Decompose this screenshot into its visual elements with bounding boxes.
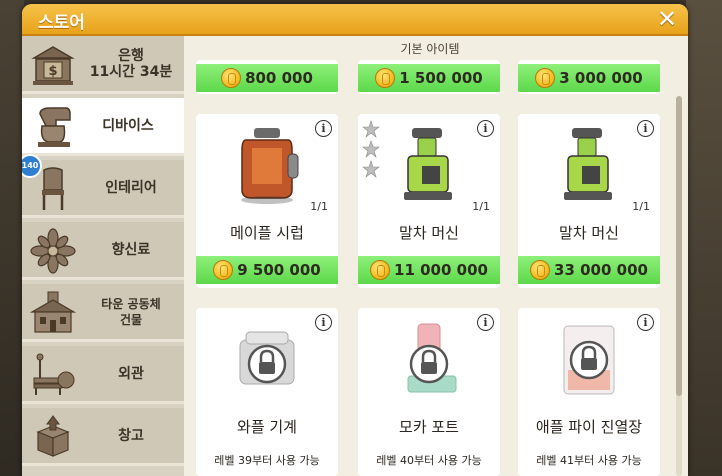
- title-bar: 스토어 ✕: [22, 4, 688, 36]
- item-price: 11 000 000: [394, 261, 488, 279]
- sidebar-item-label: 외관: [118, 365, 144, 382]
- buy-button[interactable]: 33 000 000: [518, 256, 660, 284]
- mixer-icon: [38, 107, 71, 147]
- moka-pot-icon: [407, 323, 457, 393]
- buy-button[interactable]: 3 000 000: [518, 64, 660, 92]
- sidebar-item-interior[interactable]: 인테리어: [22, 160, 184, 218]
- info-icon[interactable]: i: [315, 314, 332, 331]
- background-left: [0, 0, 24, 476]
- buy-button[interactable]: 1 500 000: [358, 64, 500, 92]
- coin-icon: [213, 260, 234, 280]
- section-label: 기본 아이템: [400, 42, 460, 56]
- pie-display-icon: [563, 325, 615, 395]
- item-card[interactable]: 3 000 000: [518, 60, 660, 94]
- matcha-machine-icon: [404, 128, 452, 200]
- unlock-requirement: 레벨 39부터 사용 가능: [214, 454, 320, 467]
- scrollbar-thumb[interactable]: [676, 96, 682, 396]
- item-card-locked[interactable]: i 모카 포트 레벨 40부터 사용 가능: [358, 308, 500, 476]
- coin-icon: [375, 68, 396, 88]
- buy-button[interactable]: 9 500 000: [196, 256, 338, 284]
- item-price: 9 500 000: [237, 261, 321, 279]
- coin-icon: [535, 68, 556, 88]
- item-card[interactable]: i 1/1 메이플 시럽 9 500 000: [196, 114, 338, 288]
- bank-icon: $: [31, 46, 75, 85]
- item-card[interactable]: i 1/1 말차 머신 11 000 000: [358, 114, 500, 288]
- sidebar-item-label: 디바이스: [102, 117, 154, 134]
- store-window: 스토어 ✕ $ 은행 11시간 34분 디바이스 인테리어 향신료 타운 공동체…: [22, 4, 688, 476]
- building-icon: [30, 291, 76, 333]
- waffle-machine-icon: [239, 331, 295, 385]
- box-icon: [36, 415, 70, 457]
- buy-button[interactable]: 11 000 000: [358, 256, 500, 284]
- item-count: 1/1: [472, 200, 490, 213]
- item-name: 메이플 시럽: [230, 224, 304, 242]
- info-icon[interactable]: i: [637, 120, 654, 137]
- item-card-locked[interactable]: i 와플 기계 레벨 39부터 사용 가능: [196, 308, 338, 476]
- item-name: 말차 머신: [399, 224, 459, 242]
- buy-button[interactable]: 800 000: [196, 64, 338, 92]
- coin-icon: [530, 260, 551, 280]
- item-price: 1 500 000: [399, 69, 483, 87]
- sidebar-item-label: 창고: [118, 427, 144, 444]
- item-count: 1/1: [632, 200, 650, 213]
- info-icon[interactable]: i: [477, 120, 494, 137]
- info-icon[interactable]: i: [315, 120, 332, 137]
- sidebar-item-devices[interactable]: 디바이스: [22, 98, 184, 156]
- item-count: 1/1: [310, 200, 328, 213]
- background-right: [686, 0, 722, 476]
- item-card[interactable]: 800 000: [196, 60, 338, 94]
- sidebar-item-bank[interactable]: $ 은행 11시간 34분: [22, 36, 184, 94]
- info-icon[interactable]: i: [477, 314, 494, 331]
- item-card-locked[interactable]: i 애플 파이 진열장 레벨 41부터 사용 가능: [518, 308, 660, 476]
- coin-icon: [370, 260, 391, 280]
- flower-icon: [30, 228, 76, 274]
- sidebar-item-exterior[interactable]: 외관: [22, 346, 184, 404]
- item-name: 애플 파이 진열장: [535, 418, 643, 436]
- maple-syrup-icon: [241, 128, 299, 204]
- item-price: 3 000 000: [559, 69, 643, 87]
- sidebar-item-storage[interactable]: 창고: [22, 408, 184, 466]
- svg-text:$: $: [48, 64, 57, 79]
- scrollbar[interactable]: [676, 96, 682, 476]
- item-card[interactable]: 1 500 000: [358, 60, 500, 94]
- matcha-machine-icon: [564, 128, 612, 200]
- category-sidebar: $ 은행 11시간 34분 디바이스 인테리어 향신료 타운 공동체 건물 외관…: [22, 36, 184, 476]
- sidebar-item-spices[interactable]: 향신료: [22, 222, 184, 280]
- sidebar-item-label: 인테리어: [105, 179, 157, 196]
- item-price: 33 000 000: [554, 261, 648, 279]
- item-grid: 기본 아이템 800 000 1 500 000 3 000 000 i 1/1…: [190, 36, 688, 476]
- window-title: 스토어: [38, 13, 85, 33]
- sidebar-item-label: 타운 공동체 건물: [101, 296, 161, 327]
- info-icon[interactable]: i: [637, 314, 654, 331]
- item-name: 말차 머신: [559, 224, 619, 242]
- star-rating-icon: [362, 120, 380, 178]
- unlock-requirement: 레벨 40부터 사용 가능: [376, 454, 482, 467]
- coin-icon: [221, 68, 242, 88]
- item-name: 와플 기계: [237, 418, 297, 436]
- item-price: 800 000: [245, 69, 313, 87]
- unlock-requirement: 레벨 41부터 사용 가능: [536, 454, 642, 467]
- item-card[interactable]: i 1/1 말차 머신 33 000 000: [518, 114, 660, 288]
- sidebar-item-label: 은행 11시간 34분: [89, 47, 173, 80]
- bench-icon: [33, 353, 75, 395]
- sidebar-item-label: 향신료: [111, 241, 151, 258]
- item-name: 모카 포트: [399, 418, 459, 436]
- close-icon[interactable]: ✕: [654, 6, 680, 32]
- sidebar-item-community-building[interactable]: 타운 공동체 건물: [22, 284, 184, 342]
